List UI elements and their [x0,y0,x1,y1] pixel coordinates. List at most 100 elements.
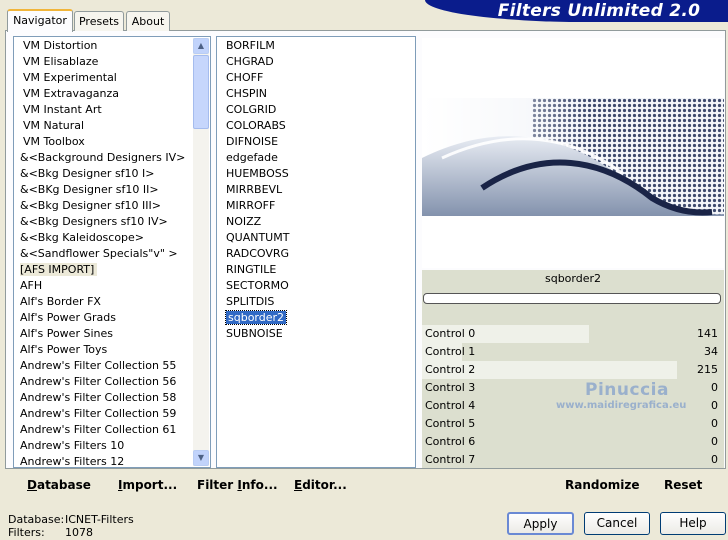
randomize-button[interactable]: Randomize [565,478,639,492]
filter-item[interactable]: NOIZZ [217,214,415,230]
category-label: VM Toolbox [23,135,85,148]
category-item[interactable]: VM Elisablaze [14,54,210,70]
category-item[interactable]: Andrew's Filter Collection 59 [14,406,210,422]
scroll-down-button[interactable]: ▼ [193,450,209,466]
category-item[interactable]: VM Instant Art [14,102,210,118]
filter-item[interactable]: COLORABS [217,118,415,134]
filter-item[interactable]: RINGTILE [217,262,415,278]
filter-item[interactable]: CHGRAD [217,54,415,70]
scroll-thumb[interactable] [193,55,209,129]
filter-label: MIRRBEVL [226,183,283,196]
category-item[interactable]: &<BKg Designer sf10 II> [14,182,210,198]
control-slider[interactable]: Control 6 0 [422,433,724,451]
tab-presets[interactable]: Presets [74,11,124,31]
filter-item[interactable]: edgefade [217,150,415,166]
filter-item[interactable]: CHOFF [217,70,415,86]
category-item[interactable]: Alf's Border FX [14,294,210,310]
app-title: Filters Unlimited 2.0 [497,1,701,21]
category-item[interactable]: VM Extravaganza [14,86,210,102]
filter-label: RADCOVRG [226,247,290,260]
category-label: [AFS IMPORT] [20,263,98,276]
filter-item[interactable]: DIFNOISE [217,134,415,150]
category-label: VM Elisablaze [23,55,99,68]
reset-button[interactable]: Reset [664,478,702,492]
filter-label: SECTORMO [226,279,289,292]
control-label: Control 7 [425,453,476,466]
help-button[interactable]: Help [660,512,726,535]
category-item[interactable]: &<Bkg Kaleidoscope> [14,230,210,246]
tab-navigator[interactable]: Navigator [7,9,73,32]
category-item[interactable]: Alf's Power Toys [14,342,210,358]
filter-item[interactable]: RADCOVRG [217,246,415,262]
category-label: Andrew's Filter Collection 61 [20,423,177,436]
filter-item[interactable]: CHSPIN [217,86,415,102]
control-slider[interactable]: Control 5 0 [422,415,724,433]
tab-about[interactable]: About [126,11,170,31]
category-label: &<Sandflower Specials"v" > [20,247,178,260]
filter-item[interactable]: sqborder2 [217,310,415,326]
filter-list[interactable]: BORFILM CHGRAD CHOFF CHSPIN COLGRID COLORABS D… [216,36,416,468]
category-item[interactable]: Andrew's Filter Collection 56 [14,374,210,390]
category-label: Andrew's Filters 12 [20,455,125,468]
filter-label: SUBNOISE [226,327,283,340]
category-label: &<Bkg Kaleidoscope> [20,231,145,244]
cancel-button[interactable]: Cancel [584,512,650,535]
selected-filter-name: sqborder2 [544,272,602,285]
category-item[interactable]: Andrew's Filter Collection 61 [14,422,210,438]
control-value: 141 [697,327,718,340]
filter-item[interactable]: QUANTUMT [217,230,415,246]
category-label: VM Distortion [23,39,98,52]
category-item[interactable]: &<Sandflower Specials"v" > [14,246,210,262]
category-item[interactable]: VM Natural [14,118,210,134]
category-item[interactable]: &<Bkg Designer sf10 III> [14,198,210,214]
control-slider[interactable]: Control 0 141 [422,325,724,343]
category-item[interactable]: VM Experimental [14,70,210,86]
filter-item[interactable]: MIRRBEVL [217,182,415,198]
filter-item[interactable]: SUBNOISE [217,326,415,342]
control-slider[interactable]: Control 1 34 [422,343,724,361]
control-value: 0 [711,435,718,448]
filter-label: CHGRAD [226,55,274,68]
progress-bar [423,293,721,304]
category-label: Alf's Power Sines [20,327,113,340]
control-slider[interactable]: Control 2 215 [422,361,724,379]
category-item[interactable]: AFH [14,278,210,294]
filter-label: CHSPIN [226,87,268,100]
filter-item[interactable]: SECTORMO [217,278,415,294]
filter-label: edgefade [226,151,278,164]
filter-item[interactable]: HUEMBOSS [217,166,415,182]
scroll-up-button[interactable]: ▲ [193,38,209,54]
control-slider[interactable]: Control 7 0 [422,451,724,469]
filter-info-button[interactable]: Filter Info... [197,478,278,492]
category-item[interactable]: Andrew's Filter Collection 55 [14,358,210,374]
category-item[interactable]: VM Toolbox [14,134,210,150]
filter-label: COLGRID [226,103,277,116]
category-item[interactable]: Andrew's Filters 12 [14,454,210,468]
category-item[interactable]: Alf's Power Sines [14,326,210,342]
category-item[interactable]: Alf's Power Grads [14,310,210,326]
control-value: 0 [711,453,718,466]
category-item[interactable]: VM Distortion [14,38,210,54]
database-button[interactable]: Database [27,478,91,492]
filter-item[interactable]: COLGRID [217,102,415,118]
category-item[interactable]: &<Bkg Designers sf10 IV> [14,214,210,230]
control-label: Control 5 [425,417,476,430]
import-button[interactable]: Import... [118,478,177,492]
control-value: 215 [697,363,718,376]
control-slider[interactable]: Control 3 0 [422,379,724,397]
category-item[interactable]: Andrew's Filter Collection 58 [14,390,210,406]
apply-button[interactable]: Apply [507,512,574,535]
category-item[interactable]: Andrew's Filters 10 [14,438,210,454]
category-list[interactable]: VM Distortion VM Elisablaze VM Experimenta… [13,36,211,468]
category-item[interactable]: &<Background Designers IV> [14,150,210,166]
filter-item[interactable]: BORFILM [217,38,415,54]
category-item[interactable]: &<Bkg Designer sf10 I> [14,166,210,182]
control-value: 0 [711,417,718,430]
filter-item[interactable]: SPLITDIS [217,294,415,310]
button-label: Editor... [294,478,347,492]
editor-button[interactable]: Editor... [294,478,347,492]
category-label: Andrew's Filter Collection 59 [20,407,177,420]
watermark-name: Pinuccia [585,380,669,400]
category-item[interactable]: [AFS IMPORT] [14,262,210,278]
filter-item[interactable]: MIRROFF [217,198,415,214]
